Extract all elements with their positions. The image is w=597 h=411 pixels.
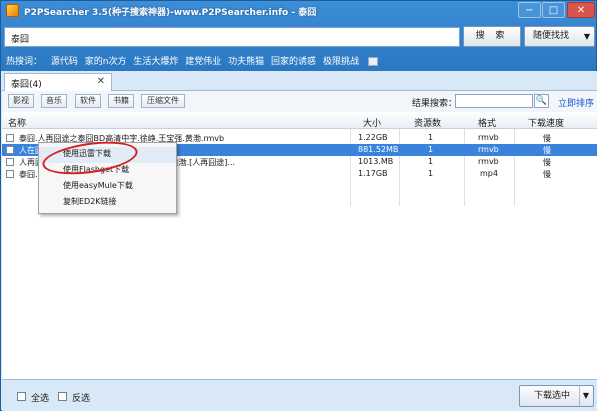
table-header: 名称 大小 资源数 格式 下载速度 xyxy=(2,114,597,129)
minimize-button[interactable]: − xyxy=(518,2,541,18)
row-checkbox[interactable] xyxy=(6,134,14,142)
result-search-label: 结果搜索： xyxy=(412,99,458,109)
row-size: 1.17GB xyxy=(358,169,388,178)
chevron-down-icon[interactable]: ▼ xyxy=(584,27,590,46)
app-window: P2PSearcher 3.5(种子搜索神器)-www.P2PSearcher.… xyxy=(0,0,597,411)
column-header-speed[interactable]: 下载速度 xyxy=(528,116,564,129)
row-speed: 慢 xyxy=(543,170,551,179)
select-all-label[interactable]: 全选 xyxy=(31,391,49,404)
title-bar: P2PSearcher 3.5(种子搜索神器)-www.P2PSearcher.… xyxy=(1,1,597,21)
row-sources: 1 xyxy=(428,169,434,178)
tab-search-result[interactable]: 泰囧(4) ✕ xyxy=(4,73,112,91)
row-sources: 1 xyxy=(428,145,434,154)
row-format: rmvb xyxy=(478,157,499,166)
close-button[interactable]: ✕ xyxy=(567,2,595,18)
sort-now-link[interactable]: 立即排序 xyxy=(558,96,594,109)
column-header-format[interactable]: 格式 xyxy=(478,116,496,129)
row-size: 1.22GB xyxy=(358,133,388,142)
row-sources: 1 xyxy=(428,133,434,142)
results-panel: 影视 音乐 软件 书籍 压缩文件 结果搜索： 🔍 立即排序 名称 大小 资源数 … xyxy=(2,91,597,379)
filter-software-button[interactable]: 软件 xyxy=(75,94,101,108)
column-header-size[interactable]: 大小 xyxy=(363,116,381,129)
row-speed: 慢 xyxy=(543,146,551,155)
hot-word-link[interactable]: 功夫熊猫 xyxy=(228,57,264,67)
random-search-label: 随便找找 xyxy=(533,31,570,41)
random-search-button[interactable]: 随便找找 ▼ xyxy=(524,26,595,47)
row-checkbox[interactable] xyxy=(6,146,14,154)
filter-books-button[interactable]: 书籍 xyxy=(108,94,134,108)
tab-label: 泰囧(4) xyxy=(11,80,42,90)
filter-music-button[interactable]: 音乐 xyxy=(41,94,67,108)
hot-word-link[interactable]: 家的n次方 xyxy=(85,57,127,67)
column-header-name[interactable]: 名称 xyxy=(8,116,26,129)
filter-video-button[interactable]: 影视 xyxy=(8,94,34,108)
row-speed: 慢 xyxy=(543,158,551,167)
row-format: rmvb xyxy=(478,145,499,154)
chevron-down-icon[interactable]: ▼ xyxy=(579,386,592,406)
column-header-sources[interactable]: 资源数 xyxy=(414,116,441,129)
hot-word-link[interactable]: 源代码 xyxy=(51,57,78,67)
invert-selection-checkbox[interactable] xyxy=(58,392,67,401)
search-icon[interactable]: 🔍 xyxy=(534,94,549,108)
row-sources: 1 xyxy=(428,157,434,166)
hot-words-label: 热搜词： xyxy=(6,57,43,67)
bottom-bar: 全选 反选 下载选中 ▼ xyxy=(2,379,597,411)
search-input[interactable]: 泰囧 xyxy=(4,27,460,47)
download-selected-button[interactable]: 下载选中 ▼ xyxy=(519,385,594,407)
row-format: mp4 xyxy=(480,169,498,178)
row-format: rmvb xyxy=(478,133,499,142)
select-all-checkbox[interactable] xyxy=(17,392,26,401)
hot-word-link[interactable]: 回家的诱惑 xyxy=(271,57,316,67)
filter-archives-button[interactable]: 压缩文件 xyxy=(141,94,185,108)
hot-words-bar: 热搜词： 源代码 家的n次方 生活大爆炸 建党伟业 功夫熊猫 回家的诱惑 极限挑… xyxy=(6,54,378,67)
menu-item-copy-ed2k[interactable]: 复制ED2K链接 xyxy=(39,195,176,211)
tab-strip: 泰囧(4) ✕ xyxy=(2,71,597,91)
download-selected-label: 下载选中 xyxy=(534,391,571,401)
menu-item-easymule-download[interactable]: 使用easyMule下载 xyxy=(39,179,176,195)
hot-word-link[interactable]: 建党伟业 xyxy=(185,57,221,67)
maximize-button[interactable]: □ xyxy=(542,2,565,18)
close-icon[interactable]: ✕ xyxy=(97,76,105,87)
search-button[interactable]: 搜 索 xyxy=(463,26,521,47)
hot-word-link[interactable]: 生活大爆炸 xyxy=(133,57,178,67)
hot-word-link[interactable]: 极限挑战 xyxy=(323,57,359,67)
app-logo-icon xyxy=(6,4,19,17)
row-size: 881.52MB xyxy=(358,145,399,154)
row-checkbox[interactable] xyxy=(6,158,14,166)
window-title: P2PSearcher 3.5(种子搜索神器)-www.P2PSearcher.… xyxy=(24,8,317,18)
row-checkbox[interactable] xyxy=(6,170,14,178)
invert-selection-label[interactable]: 反选 xyxy=(72,391,90,404)
result-search-input[interactable] xyxy=(455,94,533,108)
image-icon[interactable] xyxy=(367,57,378,66)
row-speed: 慢 xyxy=(543,134,551,143)
row-size: 1013.MB xyxy=(358,157,394,166)
filter-toolbar: 影视 音乐 软件 书籍 压缩文件 结果搜索： 🔍 立即排序 xyxy=(2,91,597,112)
